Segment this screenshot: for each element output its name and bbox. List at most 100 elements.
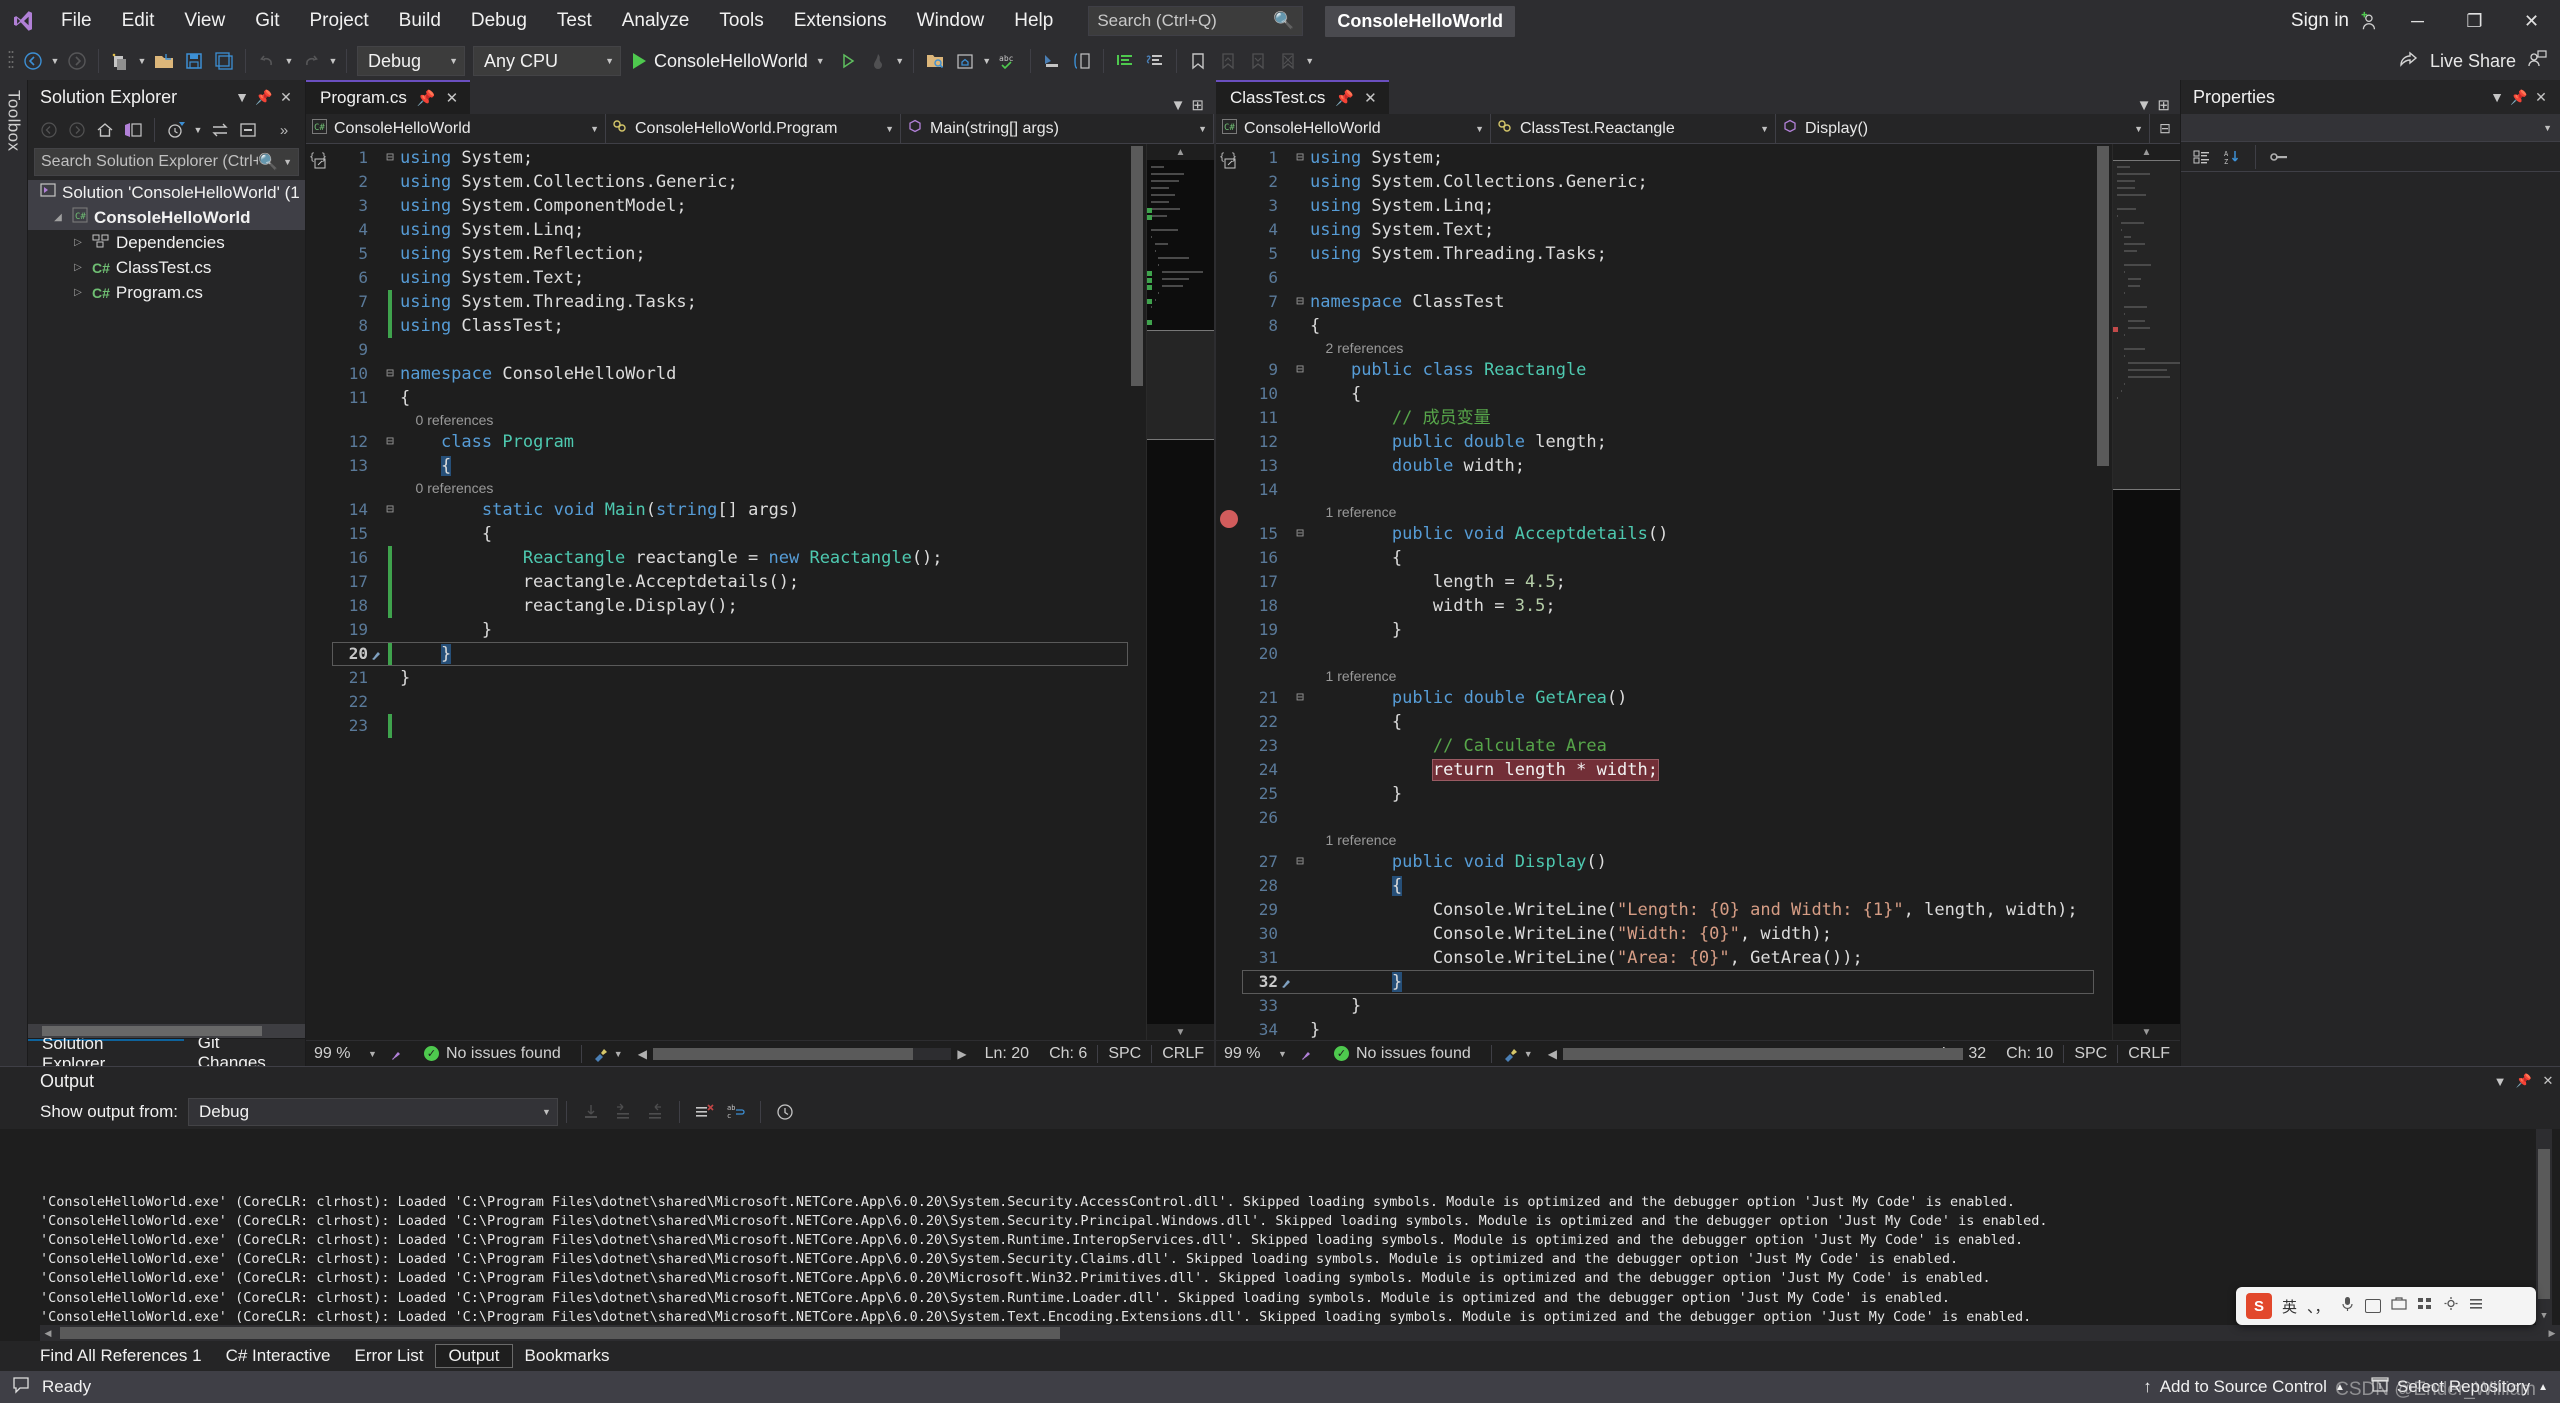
new-project-icon[interactable] <box>105 46 135 76</box>
pin-icon[interactable]: 📌 <box>2512 1069 2536 1093</box>
ime-punctuation-indicator[interactable]: 、， <box>2307 1296 2330 1317</box>
categorized-view-icon[interactable] <box>2189 145 2215 169</box>
surround-with-icon[interactable] <box>1067 46 1097 76</box>
tree-node-solution[interactable]: Solution 'ConsoleHelloWorld' (1 of 1 pro… <box>28 180 305 205</box>
menu-tools[interactable]: Tools <box>704 0 778 42</box>
code-line[interactable]: 9 <box>332 338 1128 362</box>
fold-toggle[interactable]: ⊟ <box>380 498 400 522</box>
code-line[interactable]: 4 using System.Text; <box>1242 218 2094 242</box>
fold-toggle[interactable]: ⊟ <box>380 430 400 454</box>
code-line[interactable]: 21 ⊟ public double GetArea() <box>1242 686 2094 710</box>
next-bookmark-icon[interactable] <box>1243 46 1273 76</box>
code-line[interactable]: 18 width = 3.5; <box>1242 594 2094 618</box>
nav-type-dropdown-right[interactable]: ClassTest.Reactangle ▼ <box>1491 113 1776 144</box>
scroll-up-icon[interactable]: ▲ <box>1147 144 1214 160</box>
split-window-icon[interactable]: ⊞ <box>1191 96 1204 114</box>
fold-toggle[interactable]: ⊟ <box>380 146 400 170</box>
go-to-previous-message-icon[interactable] <box>607 1098 639 1126</box>
code-line[interactable]: 14 <box>1242 478 2094 502</box>
pin-icon[interactable]: 📌 <box>253 86 275 108</box>
split-window-icon[interactable]: ⊞ <box>2157 96 2170 114</box>
chevron-down-icon[interactable]: ▼ <box>2488 1069 2512 1093</box>
scroll-track[interactable] <box>1562 1047 1963 1060</box>
solution-explorer-home-caret[interactable]: ▼ <box>980 46 994 76</box>
home-icon[interactable] <box>92 117 118 143</box>
notification-icon[interactable] <box>12 1376 32 1399</box>
code-editor-right[interactable]: { } 1 ⊟ using System; 2 using System.Collect… <box>1216 144 2180 1040</box>
code-line[interactable]: 11 { <box>332 386 1128 410</box>
output-vertical-scrollbar[interactable]: ▲ ▼ <box>2536 1129 2552 1325</box>
filter-caret-icon[interactable]: ▼ <box>191 115 205 145</box>
tree-node-classtest-cs[interactable]: ▷ C# ClassTest.cs <box>28 255 305 280</box>
vertical-scroll-right[interactable] <box>2094 144 2112 1040</box>
code-line[interactable]: 17 reactangle.Acceptdetails(); <box>332 570 1128 594</box>
close-icon[interactable]: ✕ <box>2536 1069 2560 1093</box>
code-line[interactable]: 2 using System.Collections.Generic; <box>1242 170 2094 194</box>
menu-help[interactable]: Help <box>999 0 1068 42</box>
new-project-caret[interactable]: ▼ <box>135 46 149 76</box>
open-file-icon[interactable] <box>149 46 179 76</box>
tab-solution-explorer[interactable]: Solution Explorer <box>28 1034 184 1073</box>
pin-icon[interactable]: 📌 <box>417 89 436 107</box>
scroll-left-icon[interactable]: ◀ <box>1548 1047 1557 1061</box>
output-source-dropdown[interactable]: Debug ▼ <box>187 1098 558 1126</box>
ink-annotation-icon[interactable] <box>384 1046 410 1062</box>
active-project-chip[interactable]: ConsoleHelloWorld <box>1325 5 1516 37</box>
zoom-level-left[interactable]: 99 % <box>306 1045 368 1063</box>
output-text-area[interactable]: ▲ ▼ 'ConsoleHelloWorld.exe' (CoreCLR: cl… <box>0 1129 2560 1325</box>
code-line[interactable]: 11 // 成员变量 <box>1242 406 2094 430</box>
clear-bookmarks-icon[interactable] <box>1273 46 1303 76</box>
code-line[interactable]: 10 ⊟ namespace ConsoleHelloWorld <box>332 362 1128 386</box>
zoom-level-right[interactable]: 99 % <box>1216 1045 1278 1063</box>
solution-explorer-search-input[interactable]: Search Solution Explorer (Ctrl+;) 🔍 ▼ <box>34 148 299 176</box>
chevron-down-icon[interactable]: ▼ <box>283 157 292 167</box>
ime-toolbar[interactable]: S 英 、， <box>2236 1287 2536 1325</box>
previous-bookmark-icon[interactable] <box>1213 46 1243 76</box>
code-line[interactable]: 6 <box>1242 266 2094 290</box>
code-line[interactable]: 15 { <box>332 522 1128 546</box>
close-button[interactable]: ✕ <box>2503 0 2560 42</box>
code-line[interactable]: 22 { <box>1242 710 2094 734</box>
code-line[interactable]: 9 ⊟ public class Reactangle <box>1242 358 2094 382</box>
tab-find-all-references[interactable]: Find All References 1 <box>28 1344 214 1368</box>
twisty-icon[interactable]: ◢ <box>50 212 66 223</box>
split-editor-icon[interactable]: ⊟ <box>2150 120 2180 137</box>
code-cleanup-icon[interactable] <box>1498 1046 1524 1062</box>
code-line[interactable]: 17 length = 4.5; <box>1242 570 2094 594</box>
code-line[interactable]: 16 { <box>1242 546 2094 570</box>
close-icon[interactable]: ✕ <box>2530 86 2552 108</box>
redo-icon[interactable] <box>296 46 326 76</box>
code-line[interactable]: 12 public double length; <box>1242 430 2094 454</box>
code-line[interactable]: 8 using ClassTest; <box>332 314 1128 338</box>
scroll-right-icon[interactable]: ▶ <box>2544 1325 2560 1341</box>
glyph-margin-right[interactable]: { } <box>1216 144 1242 1040</box>
code-line[interactable]: 19 } <box>332 618 1128 642</box>
code-line[interactable]: 2 using System.Collections.Generic; <box>332 170 1128 194</box>
fold-toggle[interactable]: ⊟ <box>1290 686 1310 710</box>
pin-icon[interactable]: 📌 <box>1335 89 1354 107</box>
forward-icon[interactable] <box>64 117 90 143</box>
code-line[interactable]: 23 // Calculate Area <box>1242 734 2094 758</box>
ime-apps-icon[interactable] <box>2417 1296 2433 1316</box>
code-line[interactable]: 1 ⊟ using System; <box>1242 146 2094 170</box>
scrollbar-thumb[interactable] <box>42 1026 262 1036</box>
code-line[interactable]: 10 { <box>1242 382 2094 406</box>
chevron-down-icon[interactable]: ▼ <box>614 1049 630 1059</box>
solution-configuration-dropdown[interactable]: Debug ▼ <box>357 46 465 76</box>
sync-with-active-document-icon[interactable] <box>207 117 233 143</box>
sign-in-button[interactable]: Sign in <box>2281 10 2389 32</box>
issues-status-right[interactable]: ✓ No issues found <box>1320 1045 1485 1063</box>
select-repository-button[interactable]: Select Repository ▲ <box>2371 1376 2548 1399</box>
scrollbar-thumb[interactable] <box>2538 1149 2550 1299</box>
code-minimap-left[interactable] <box>1147 160 1214 1024</box>
output-horizontal-scrollbar[interactable]: ◀ ▶ <box>40 1325 2560 1341</box>
scroll-up-icon[interactable]: ▲ <box>2113 144 2180 160</box>
close-icon[interactable]: ✕ <box>1364 89 1377 107</box>
menu-view[interactable]: View <box>169 0 240 42</box>
tree-node-dependencies[interactable]: ▷ Dependencies <box>28 230 305 255</box>
close-icon[interactable]: ✕ <box>446 89 459 107</box>
code-line[interactable]: 23 <box>332 714 1128 738</box>
code-line[interactable]: 18 reactangle.Display(); <box>332 594 1128 618</box>
toggle-bookmark-icon[interactable] <box>1183 46 1213 76</box>
scrollbar-thumb[interactable] <box>1562 1047 1963 1060</box>
